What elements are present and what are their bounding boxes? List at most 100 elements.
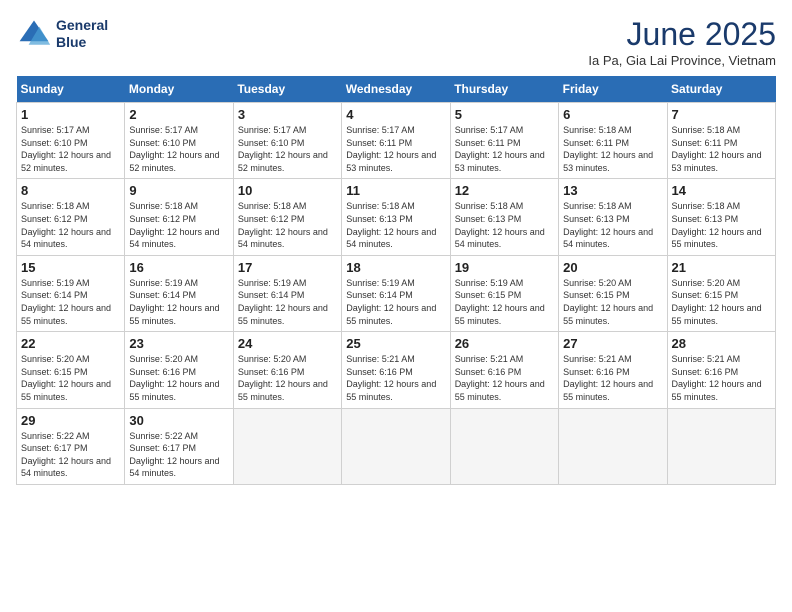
sunset-text: Sunset: 6:15 PM: [21, 367, 88, 377]
day-cell: 2 Sunrise: 5:17 AM Sunset: 6:10 PM Dayli…: [125, 103, 233, 179]
sunrise-text: Sunrise: 5:21 AM: [672, 354, 741, 364]
sunrise-text: Sunrise: 5:19 AM: [129, 278, 198, 288]
day-number: 4: [346, 107, 445, 122]
sunrise-text: Sunrise: 5:18 AM: [455, 201, 524, 211]
day-of-week-header: Sunday: [17, 76, 125, 103]
sunrise-text: Sunrise: 5:19 AM: [346, 278, 415, 288]
calendar-week-row: 29 Sunrise: 5:22 AM Sunset: 6:17 PM Dayl…: [17, 408, 776, 484]
day-number: 15: [21, 260, 120, 275]
sunset-text: Sunset: 6:16 PM: [563, 367, 630, 377]
day-of-week-header: Friday: [559, 76, 667, 103]
day-info: Sunrise: 5:20 AM Sunset: 6:15 PM Dayligh…: [563, 277, 662, 327]
daylight-text: Daylight: 12 hours and 52 minutes.: [238, 150, 328, 173]
sunset-text: Sunset: 6:15 PM: [455, 290, 522, 300]
day-cell: 16 Sunrise: 5:19 AM Sunset: 6:14 PM Dayl…: [125, 255, 233, 331]
day-number: 6: [563, 107, 662, 122]
day-cell: 18 Sunrise: 5:19 AM Sunset: 6:14 PM Dayl…: [342, 255, 450, 331]
sunset-text: Sunset: 6:14 PM: [21, 290, 88, 300]
day-cell: 11 Sunrise: 5:18 AM Sunset: 6:13 PM Dayl…: [342, 179, 450, 255]
sunset-text: Sunset: 6:15 PM: [672, 290, 739, 300]
sunset-text: Sunset: 6:14 PM: [129, 290, 196, 300]
day-number: 5: [455, 107, 554, 122]
calendar-header-row: SundayMondayTuesdayWednesdayThursdayFrid…: [17, 76, 776, 103]
day-number: 16: [129, 260, 228, 275]
daylight-text: Daylight: 12 hours and 55 minutes.: [346, 379, 436, 402]
day-number: 11: [346, 183, 445, 198]
sunset-text: Sunset: 6:14 PM: [346, 290, 413, 300]
title-area: June 2025 Ia Pa, Gia Lai Province, Vietn…: [588, 16, 776, 68]
daylight-text: Daylight: 12 hours and 55 minutes.: [672, 303, 762, 326]
sunrise-text: Sunrise: 5:17 AM: [238, 125, 307, 135]
day-cell: 8 Sunrise: 5:18 AM Sunset: 6:12 PM Dayli…: [17, 179, 125, 255]
day-cell: 25 Sunrise: 5:21 AM Sunset: 6:16 PM Dayl…: [342, 332, 450, 408]
day-info: Sunrise: 5:19 AM Sunset: 6:14 PM Dayligh…: [238, 277, 337, 327]
sunset-text: Sunset: 6:16 PM: [129, 367, 196, 377]
day-number: 7: [672, 107, 771, 122]
logo-text: General Blue: [56, 17, 108, 51]
day-info: Sunrise: 5:19 AM Sunset: 6:15 PM Dayligh…: [455, 277, 554, 327]
sunset-text: Sunset: 6:12 PM: [238, 214, 305, 224]
calendar-title: June 2025: [588, 16, 776, 53]
sunset-text: Sunset: 6:12 PM: [21, 214, 88, 224]
sunrise-text: Sunrise: 5:20 AM: [21, 354, 90, 364]
day-cell: 19 Sunrise: 5:19 AM Sunset: 6:15 PM Dayl…: [450, 255, 558, 331]
daylight-text: Daylight: 12 hours and 52 minutes.: [21, 150, 111, 173]
day-number: 20: [563, 260, 662, 275]
sunset-text: Sunset: 6:13 PM: [346, 214, 413, 224]
sunset-text: Sunset: 6:16 PM: [238, 367, 305, 377]
day-cell: 12 Sunrise: 5:18 AM Sunset: 6:13 PM Dayl…: [450, 179, 558, 255]
page-header: General Blue June 2025 Ia Pa, Gia Lai Pr…: [16, 16, 776, 68]
sunrise-text: Sunrise: 5:17 AM: [21, 125, 90, 135]
day-info: Sunrise: 5:17 AM Sunset: 6:11 PM Dayligh…: [346, 124, 445, 174]
sunrise-text: Sunrise: 5:22 AM: [129, 431, 198, 441]
daylight-text: Daylight: 12 hours and 54 minutes.: [21, 456, 111, 479]
sunrise-text: Sunrise: 5:17 AM: [455, 125, 524, 135]
daylight-text: Daylight: 12 hours and 53 minutes.: [672, 150, 762, 173]
daylight-text: Daylight: 12 hours and 55 minutes.: [672, 227, 762, 250]
sunset-text: Sunset: 6:15 PM: [563, 290, 630, 300]
sunrise-text: Sunrise: 5:18 AM: [238, 201, 307, 211]
sunset-text: Sunset: 6:13 PM: [455, 214, 522, 224]
daylight-text: Daylight: 12 hours and 53 minutes.: [563, 150, 653, 173]
sunrise-text: Sunrise: 5:19 AM: [21, 278, 90, 288]
day-cell: 28 Sunrise: 5:21 AM Sunset: 6:16 PM Dayl…: [667, 332, 775, 408]
day-info: Sunrise: 5:20 AM Sunset: 6:15 PM Dayligh…: [672, 277, 771, 327]
day-info: Sunrise: 5:18 AM Sunset: 6:12 PM Dayligh…: [129, 200, 228, 250]
calendar-subtitle: Ia Pa, Gia Lai Province, Vietnam: [588, 53, 776, 68]
sunset-text: Sunset: 6:10 PM: [129, 138, 196, 148]
daylight-text: Daylight: 12 hours and 53 minutes.: [346, 150, 436, 173]
day-info: Sunrise: 5:17 AM Sunset: 6:10 PM Dayligh…: [21, 124, 120, 174]
day-cell: 17 Sunrise: 5:19 AM Sunset: 6:14 PM Dayl…: [233, 255, 341, 331]
day-info: Sunrise: 5:18 AM Sunset: 6:13 PM Dayligh…: [672, 200, 771, 250]
daylight-text: Daylight: 12 hours and 54 minutes.: [129, 456, 219, 479]
sunset-text: Sunset: 6:13 PM: [563, 214, 630, 224]
day-info: Sunrise: 5:18 AM Sunset: 6:11 PM Dayligh…: [563, 124, 662, 174]
daylight-text: Daylight: 12 hours and 54 minutes.: [455, 227, 545, 250]
calendar-table: SundayMondayTuesdayWednesdayThursdayFrid…: [16, 76, 776, 485]
day-number: 29: [21, 413, 120, 428]
daylight-text: Daylight: 12 hours and 55 minutes.: [21, 379, 111, 402]
day-of-week-header: Tuesday: [233, 76, 341, 103]
day-number: 30: [129, 413, 228, 428]
daylight-text: Daylight: 12 hours and 55 minutes.: [129, 379, 219, 402]
day-info: Sunrise: 5:17 AM Sunset: 6:10 PM Dayligh…: [238, 124, 337, 174]
day-info: Sunrise: 5:22 AM Sunset: 6:17 PM Dayligh…: [21, 430, 120, 480]
day-of-week-header: Saturday: [667, 76, 775, 103]
sunrise-text: Sunrise: 5:18 AM: [672, 201, 741, 211]
daylight-text: Daylight: 12 hours and 55 minutes.: [455, 379, 545, 402]
sunrise-text: Sunrise: 5:18 AM: [563, 201, 632, 211]
day-cell: 30 Sunrise: 5:22 AM Sunset: 6:17 PM Dayl…: [125, 408, 233, 484]
day-number: 23: [129, 336, 228, 351]
day-cell: 5 Sunrise: 5:17 AM Sunset: 6:11 PM Dayli…: [450, 103, 558, 179]
sunset-text: Sunset: 6:11 PM: [672, 138, 738, 148]
sunset-text: Sunset: 6:17 PM: [21, 443, 88, 453]
daylight-text: Daylight: 12 hours and 54 minutes.: [346, 227, 436, 250]
day-cell: 3 Sunrise: 5:17 AM Sunset: 6:10 PM Dayli…: [233, 103, 341, 179]
sunrise-text: Sunrise: 5:18 AM: [672, 125, 741, 135]
daylight-text: Daylight: 12 hours and 54 minutes.: [238, 227, 328, 250]
sunrise-text: Sunrise: 5:20 AM: [672, 278, 741, 288]
day-cell: 24 Sunrise: 5:20 AM Sunset: 6:16 PM Dayl…: [233, 332, 341, 408]
day-info: Sunrise: 5:21 AM Sunset: 6:16 PM Dayligh…: [346, 353, 445, 403]
day-cell: 7 Sunrise: 5:18 AM Sunset: 6:11 PM Dayli…: [667, 103, 775, 179]
day-of-week-header: Monday: [125, 76, 233, 103]
